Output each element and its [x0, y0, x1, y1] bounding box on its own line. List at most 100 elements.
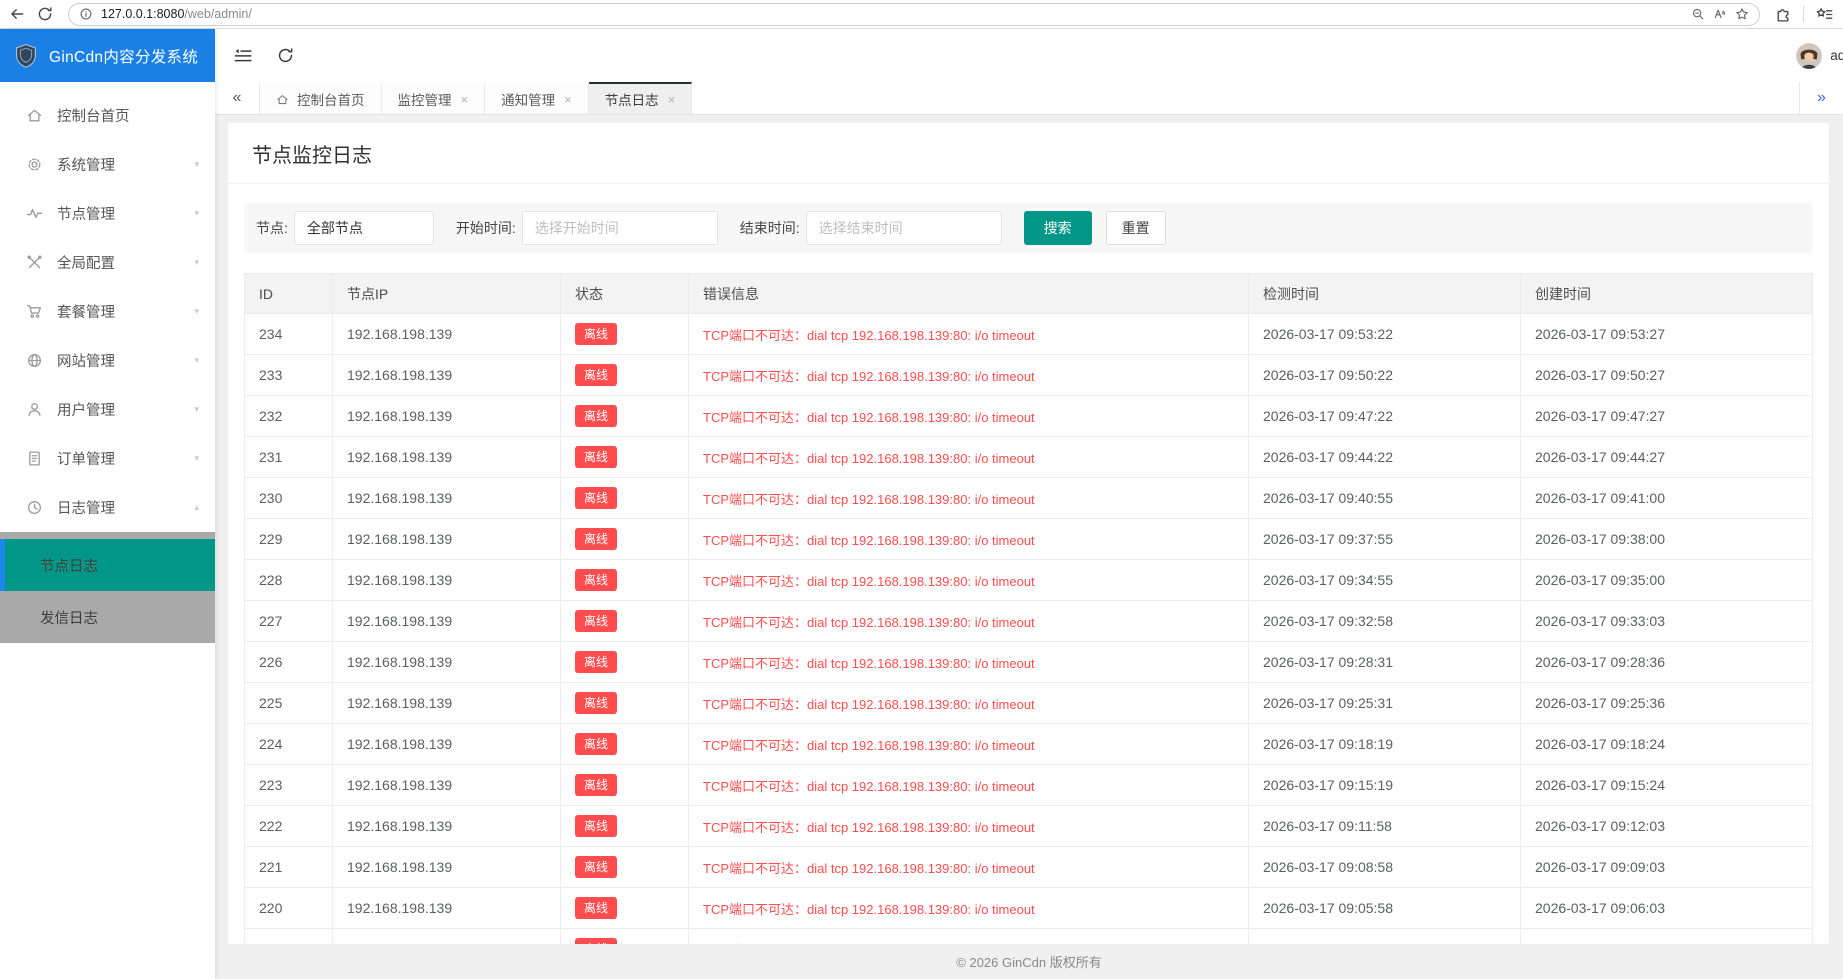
username: admin	[1830, 48, 1843, 63]
table-header-row: ID节点IP状态错误信息检测时间创建时间	[245, 274, 1813, 314]
table-row: 220 192.168.198.139 离线 TCP端口不可达：dial tcp…	[245, 888, 1813, 929]
toolbar-divider	[1803, 6, 1804, 22]
column-header: 检测时间	[1249, 274, 1521, 314]
tab-notify[interactable]: 通知管理 ×	[485, 82, 589, 114]
gear-icon	[26, 156, 43, 173]
sidebar-item-plans[interactable]: 套餐管理 ▾	[0, 287, 215, 336]
table-row: 228 192.168.198.139 离线 TCP端口不可达：dial tcp…	[245, 560, 1813, 601]
home-icon	[276, 93, 289, 106]
status-badge: 离线	[575, 610, 617, 632]
url-path: /web/admin/	[184, 7, 251, 21]
tab-bar: « 控制台首页 监控管理 × 通知管理 × 节点日志 × »	[215, 82, 1843, 115]
sidebar-item-system[interactable]: 系统管理 ▾	[0, 140, 215, 189]
sidebar-item-nodes[interactable]: 节点管理 ▾	[0, 189, 215, 238]
tab-close-icon[interactable]: ×	[564, 92, 572, 107]
sidebar-item-websites[interactable]: 网站管理 ▾	[0, 336, 215, 385]
globe-icon	[26, 352, 43, 369]
page-title: 节点监控日志	[252, 139, 1805, 168]
caret-icon: ▾	[194, 453, 199, 464]
tab-close-icon[interactable]: ×	[461, 92, 469, 107]
status-badge: 离线	[575, 856, 617, 878]
favorite-star-icon[interactable]	[1735, 7, 1749, 21]
address-bar[interactable]: 127.0.0.1:8080/web/admin/	[68, 3, 1760, 26]
sidebar-item-logs[interactable]: 日志管理 ▴	[0, 483, 215, 532]
app-topbar: admin	[215, 29, 1843, 82]
node-select-value: 全部节点	[307, 218, 363, 238]
page-footer: © 2026 GinCdn 版权所有	[215, 944, 1843, 979]
status-badge: 离线	[575, 692, 617, 714]
status-badge: 离线	[575, 651, 617, 673]
site-info-icon[interactable]	[79, 7, 93, 21]
tab-dashboard[interactable]: 控制台首页	[259, 82, 382, 114]
table-row: 232 192.168.198.139 离线 TCP端口不可达：dial tcp…	[245, 396, 1813, 437]
node-select[interactable]: 全部节点	[294, 211, 434, 245]
page-card: 节点监控日志 节点: 全部节点 开始时间: 结束时间: 搜索 重置	[228, 123, 1829, 944]
zoom-out-icon[interactable]	[1691, 7, 1705, 21]
browser-back-icon[interactable]	[8, 5, 26, 23]
sidebar-item-orders[interactable]: 订单管理 ▾	[0, 434, 215, 483]
start-time-input[interactable]	[522, 211, 718, 245]
caret-icon: ▾	[194, 404, 199, 415]
status-badge: 离线	[575, 323, 617, 345]
sidebar-menu: 控制台首页 系统管理 ▾ 节点管理 ▾ 全局配置 ▾ 套餐管理 ▾ 网站管理 ▾…	[0, 82, 215, 532]
status-badge: 离线	[575, 487, 617, 509]
caret-icon: ▾	[194, 208, 199, 219]
log-table: ID节点IP状态错误信息检测时间创建时间 234 192.168.198.139…	[244, 273, 1813, 944]
table-row: 224 192.168.198.139 离线 TCP端口不可达：dial tcp…	[245, 724, 1813, 765]
favorites-bar-icon[interactable]	[1816, 6, 1833, 23]
brand-title: GinCdn内容分发系统	[49, 45, 198, 67]
table-row: 231 192.168.198.139 离线 TCP端口不可达：dial tcp…	[245, 437, 1813, 478]
status-badge: 离线	[575, 815, 617, 837]
table-body: 234 192.168.198.139 离线 TCP端口不可达：dial tcp…	[245, 314, 1813, 945]
sidebar-subitem-node-logs[interactable]: 节点日志	[0, 539, 215, 591]
tabs-scroll-right[interactable]: »	[1799, 82, 1843, 114]
home-icon	[26, 107, 43, 124]
sidebar: GinCdn内容分发系统 控制台首页 系统管理 ▾ 节点管理 ▾ 全局配置 ▾ …	[0, 29, 215, 979]
status-badge: 离线	[575, 774, 617, 796]
table-row: 226 192.168.198.139 离线 TCP端口不可达：dial tcp…	[245, 642, 1813, 683]
pulse-icon	[26, 205, 43, 222]
table-row: 222 192.168.198.139 离线 TCP端口不可达：dial tcp…	[245, 806, 1813, 847]
caret-icon: ▾	[194, 159, 199, 170]
tools-icon	[26, 254, 43, 271]
search-button[interactable]: 搜索	[1024, 211, 1092, 245]
user-menu[interactable]: admin	[1796, 29, 1843, 82]
caret-icon: ▴	[194, 502, 199, 513]
column-header: 创建时间	[1521, 274, 1813, 314]
refresh-page-icon[interactable]	[276, 46, 295, 65]
sidebar-submenu: 节点日志 发信日志	[0, 532, 215, 643]
table-row: 225 192.168.198.139 离线 TCP端口不可达：dial tcp…	[245, 683, 1813, 724]
node-filter-label: 节点:	[256, 218, 288, 238]
end-time-input[interactable]	[806, 211, 1002, 245]
url-text[interactable]: 127.0.0.1:8080/web/admin/	[101, 7, 1683, 21]
page-header: 节点监控日志	[228, 123, 1829, 184]
browser-actions	[1774, 6, 1833, 23]
status-badge: 离线	[575, 405, 617, 427]
filter-bar: 节点: 全部节点 开始时间: 结束时间: 搜索 重置	[244, 203, 1813, 253]
tab-monitor[interactable]: 监控管理 ×	[382, 82, 486, 114]
tab-node-logs[interactable]: 节点日志 ×	[589, 82, 693, 114]
brand-shield-logo	[13, 43, 39, 69]
table-row: 221 192.168.198.139 离线 TCP端口不可达：dial tcp…	[245, 847, 1813, 888]
table-row: 229 192.168.198.139 离线 TCP端口不可达：dial tcp…	[245, 519, 1813, 560]
extensions-icon[interactable]	[1774, 6, 1791, 23]
status-badge: 离线	[575, 569, 617, 591]
sidebar-item-dashboard[interactable]: 控制台首页	[0, 91, 215, 140]
reset-button[interactable]: 重置	[1106, 211, 1166, 245]
collapse-menu-icon[interactable]	[233, 46, 252, 65]
tab-close-icon[interactable]: ×	[668, 92, 676, 107]
sidebar-item-global-config[interactable]: 全局配置 ▾	[0, 238, 215, 287]
table-row: 234 192.168.198.139 离线 TCP端口不可达：dial tcp…	[245, 314, 1813, 355]
sidebar-item-users[interactable]: 用户管理 ▾	[0, 385, 215, 434]
browser-reload-icon[interactable]	[36, 5, 54, 23]
column-header: 节点IP	[333, 274, 561, 314]
caret-icon: ▾	[194, 355, 199, 366]
brand-header: GinCdn内容分发系统	[0, 29, 215, 82]
read-aloud-icon[interactable]	[1713, 7, 1727, 21]
sidebar-subitem-mail-logs[interactable]: 发信日志	[0, 591, 215, 643]
tabs-scroll-left[interactable]: «	[215, 82, 259, 114]
column-header: 错误信息	[689, 274, 1249, 314]
table-row: 233 192.168.198.139 离线 TCP端口不可达：dial tcp…	[245, 355, 1813, 396]
cart-icon	[26, 303, 43, 320]
table-row: 227 192.168.198.139 离线 TCP端口不可达：dial tcp…	[245, 601, 1813, 642]
